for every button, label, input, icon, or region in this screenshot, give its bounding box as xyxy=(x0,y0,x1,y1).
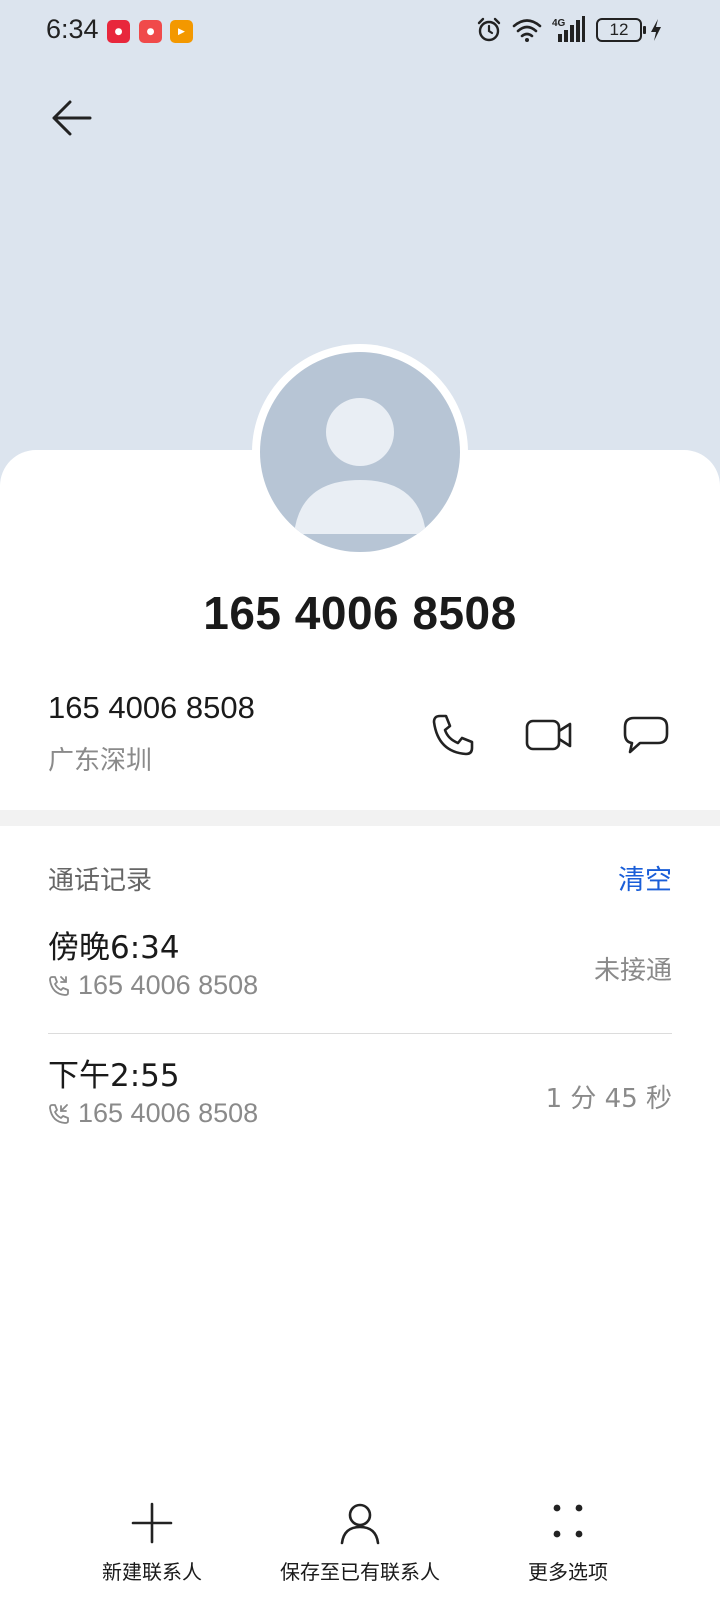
save-to-existing-contact-label: 保存至已有联系人 xyxy=(280,1560,440,1584)
call-log-time: 下午2:55 xyxy=(48,1058,180,1094)
call-log-number: 165 4006 8508 xyxy=(78,1098,259,1128)
new-contact-label: 新建联系人 xyxy=(102,1560,202,1584)
phone-icon xyxy=(432,714,474,756)
back-button[interactable] xyxy=(48,96,96,140)
more-dots-icon xyxy=(553,1504,583,1538)
video-call-button[interactable] xyxy=(524,712,574,762)
avatar xyxy=(252,344,468,560)
app-notification-icon: ▶ xyxy=(170,20,193,43)
status-indicators: 4G 12 xyxy=(476,16,662,44)
call-log-header: 通话记录 xyxy=(48,866,153,896)
new-contact-button[interactable]: 新建联系人 xyxy=(52,1500,252,1600)
person-silhouette-icon xyxy=(294,398,426,534)
phone-number: 165 4006 8508 xyxy=(48,690,255,725)
alarm-icon xyxy=(477,17,501,42)
more-options-label: 更多选项 xyxy=(528,1560,608,1584)
wifi-icon xyxy=(512,19,542,42)
incoming-call-icon xyxy=(49,1103,69,1124)
video-camera-icon xyxy=(525,719,572,751)
save-to-existing-contact-button[interactable]: 保存至已有联系人 xyxy=(260,1500,460,1600)
status-bar: 6:34 ● ● ▶ 4G 12 xyxy=(0,0,720,64)
call-log-item[interactable]: 下午2:55 165 4006 8508 1 分 45 秒 xyxy=(48,1044,672,1166)
bottom-action-bar: 新建联系人 保存至已有联系人 更多选项 xyxy=(0,1500,720,1600)
contact-title: 165 4006 8508 xyxy=(203,587,517,639)
phone-number-row[interactable]: 165 4006 8508 广东深圳 xyxy=(0,690,720,790)
section-divider xyxy=(0,810,720,826)
avatar-placeholder xyxy=(260,352,460,552)
call-log-time: 傍晚6:34 xyxy=(48,930,180,966)
missed-call-icon xyxy=(49,975,69,996)
charging-icon xyxy=(651,19,661,41)
phone-location: 广东深圳 xyxy=(48,746,153,776)
network-type-label: 4G xyxy=(552,18,566,29)
more-options-button[interactable]: 更多选项 xyxy=(468,1500,668,1600)
person-icon xyxy=(340,1503,380,1545)
call-log-item[interactable]: 傍晚6:34 165 4006 8508 未接通 xyxy=(48,916,672,1038)
list-divider xyxy=(48,1033,672,1034)
arrow-left-icon xyxy=(52,100,92,136)
plus-icon xyxy=(131,1502,173,1544)
app-notification-icon: ● xyxy=(139,20,162,43)
status-time: 6:34 xyxy=(46,14,99,44)
clear-call-log-button[interactable]: 清空 xyxy=(618,858,672,897)
call-log-number-row: 165 4006 8508 xyxy=(48,970,258,1001)
call-log-status: 未接通 xyxy=(593,956,672,986)
call-log-number-row: 165 4006 8508 xyxy=(48,1098,258,1129)
cellular-signal-icon: 4G xyxy=(552,16,585,42)
battery-indicator: 12 xyxy=(596,18,646,42)
message-button[interactable] xyxy=(622,712,672,762)
call-button[interactable] xyxy=(430,712,480,762)
app-notification-icon: ● xyxy=(107,20,130,43)
call-log-duration: 1 分 45 秒 xyxy=(545,1084,672,1114)
call-log-number: 165 4006 8508 xyxy=(78,970,259,1000)
chat-bubble-icon xyxy=(623,716,669,754)
